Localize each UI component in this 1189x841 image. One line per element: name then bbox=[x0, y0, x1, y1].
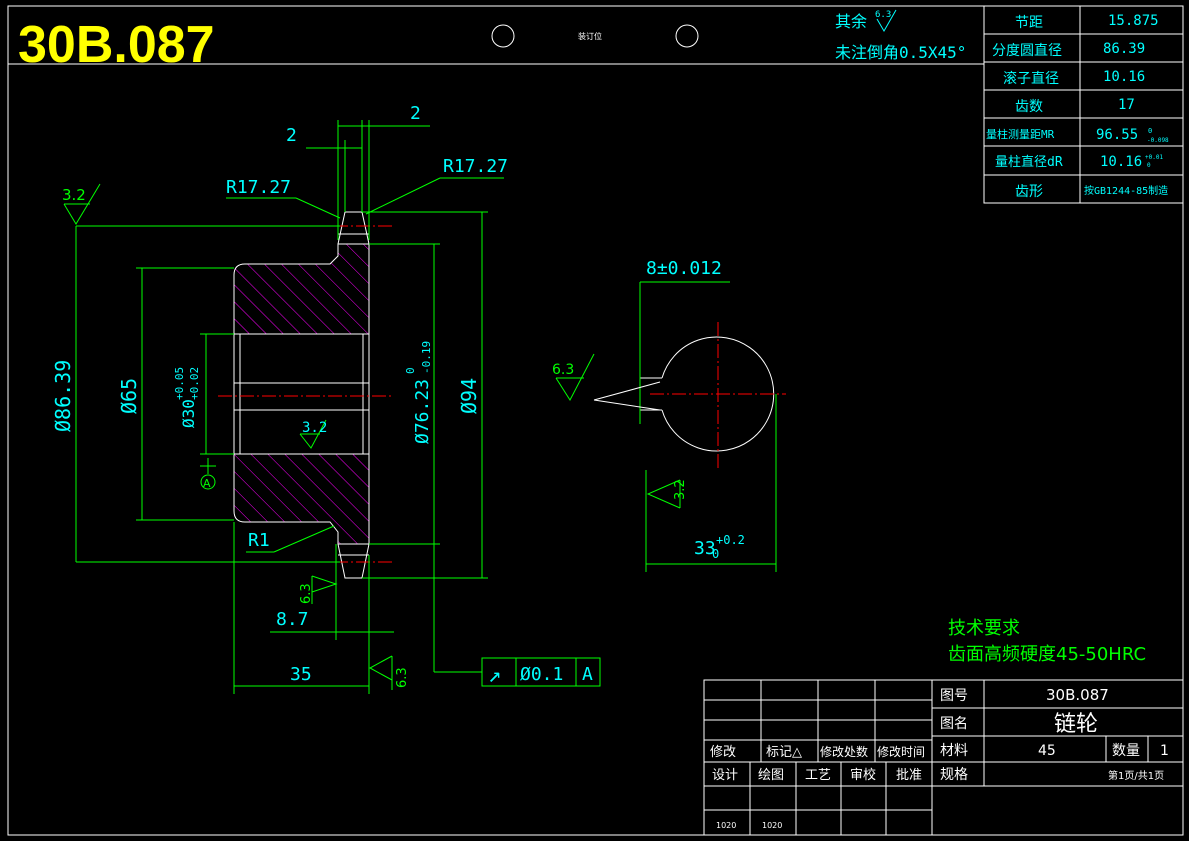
dim-radius-left: R17.27 bbox=[226, 177, 291, 198]
tech-req-title: 技术要求 bbox=[948, 618, 1020, 639]
drawing-number-title: 30B.087 bbox=[18, 16, 215, 74]
dim-tip-width-right: 2 bbox=[410, 103, 421, 124]
rough-face: 6.3 bbox=[395, 667, 410, 688]
param-value-teeth: 17 bbox=[1118, 97, 1135, 113]
dim-dia-root: Ø76.23 bbox=[412, 379, 433, 444]
dim-key-depth-tol-up: +0.2 bbox=[716, 533, 745, 547]
keyway-view bbox=[639, 322, 786, 468]
param-value-pitch: 15.875 bbox=[1108, 13, 1159, 29]
dim-dia-outer: Ø94 bbox=[457, 378, 481, 414]
dim-key-depth-tol-dn: 0 bbox=[712, 547, 719, 561]
sign-label-draw: 绘图 bbox=[758, 768, 784, 783]
revise-label-2: 修改处数 bbox=[820, 744, 868, 759]
runout-datum: A bbox=[582, 664, 593, 685]
title-spec-label: 规格 bbox=[940, 767, 968, 783]
binding-label: 装订位 bbox=[578, 31, 602, 41]
dim-radius-right: R17.27 bbox=[443, 156, 508, 177]
param-label-pitch: 节距 bbox=[1015, 15, 1043, 31]
dim-width-total: 35 bbox=[290, 664, 312, 685]
binding-hole-left bbox=[491, 24, 515, 48]
param-label-pitch-dia: 分度圆直径 bbox=[992, 42, 1062, 59]
param-value-dr: 10.16 bbox=[1100, 154, 1142, 170]
dim-dia-root-tol-dn: -0.19 bbox=[420, 341, 433, 374]
sprocket-section bbox=[233, 211, 370, 579]
rest-roughness-label: 其余 bbox=[835, 12, 867, 31]
dim-dia-hub: Ø65 bbox=[117, 378, 141, 414]
dim-tip-width-left: 2 bbox=[286, 125, 297, 146]
binding-hole-right bbox=[675, 24, 699, 48]
param-dr-tol-up: +0.01 bbox=[1145, 154, 1163, 161]
title-material: 45 bbox=[1038, 743, 1056, 759]
dim-key-width: 8±0.012 bbox=[646, 258, 722, 279]
drawing-canvas: 30B.087 装订位 其余 6.3 未注倒角0.5X45° 节距 15.875… bbox=[7, 5, 1184, 836]
runout-value: Ø0.1 bbox=[520, 664, 563, 685]
title-qty: 1 bbox=[1160, 743, 1169, 759]
title-sheet: 第1页/共1页 bbox=[1108, 769, 1164, 782]
dim-dia-bore: Ø30 bbox=[179, 399, 198, 428]
revise-label-3: 修改时间 bbox=[877, 744, 925, 759]
param-label-teeth: 齿数 bbox=[1015, 99, 1043, 115]
datum-label: A bbox=[203, 477, 211, 490]
dim-dia-pitch: Ø86.39 bbox=[51, 360, 75, 432]
rough-key: 6.3 bbox=[552, 362, 574, 378]
param-value-roller: 10.16 bbox=[1103, 69, 1145, 85]
dim-fillet: R1 bbox=[248, 530, 270, 551]
rough-tooth: 6.3 bbox=[299, 583, 314, 604]
chamfer-note: 未注倒角0.5X45° bbox=[835, 43, 966, 62]
date-design: 1020 bbox=[716, 821, 736, 830]
dim-width-tooth: 8.7 bbox=[276, 609, 309, 630]
param-label-tooth-form: 齿形 bbox=[1015, 184, 1043, 200]
params-table bbox=[983, 5, 1184, 204]
dim-dia-bore-tol-dn: +0.02 bbox=[188, 367, 201, 400]
param-value-pitch-dia: 86.39 bbox=[1103, 41, 1145, 57]
param-label-roller: 滚子直径 bbox=[1003, 70, 1059, 87]
param-dr-tol-dn: 0 bbox=[1147, 162, 1151, 169]
revise-label-1: 标记△ bbox=[766, 745, 802, 760]
dim-dia-bore-tol-up: +0.05 bbox=[173, 367, 186, 400]
param-mr-tol-up: 0 bbox=[1148, 127, 1152, 135]
rough-bore: 3.2 bbox=[302, 420, 327, 436]
param-label-mr: 量柱测量距MR bbox=[986, 127, 1055, 141]
title-drawing-no-label: 图号 bbox=[940, 688, 968, 704]
sign-label-craft: 工艺 bbox=[805, 768, 831, 783]
title-material-label: 材料 bbox=[940, 743, 968, 759]
dim-dia-root-tol-up: 0 bbox=[404, 367, 417, 374]
rough-key-side: 3.2 bbox=[673, 479, 688, 500]
date-draw: 1020 bbox=[762, 821, 782, 830]
revise-label-0: 修改 bbox=[710, 745, 736, 760]
param-value-mr: 96.55 bbox=[1096, 127, 1138, 143]
param-label-dr: 量柱直径dR bbox=[995, 155, 1063, 170]
title-drawing-no: 30B.087 bbox=[1046, 686, 1109, 704]
title-name-label: 图名 bbox=[940, 716, 968, 732]
param-mr-tol-dn: -0.098 bbox=[1147, 137, 1169, 144]
title-name: 链轮 bbox=[1054, 712, 1098, 737]
sign-label-design: 设计 bbox=[712, 768, 738, 783]
rest-roughness-value: 6.3 bbox=[875, 10, 891, 20]
title-qty-label: 数量 bbox=[1112, 743, 1140, 759]
keyway-dimension-lines bbox=[555, 281, 777, 572]
param-value-tooth-form: 按GB1244-85制造 bbox=[1084, 184, 1168, 197]
rough-top-left: 3.2 bbox=[62, 186, 86, 204]
sign-label-approve: 批准 bbox=[896, 768, 922, 783]
keyway-leader bbox=[593, 381, 661, 411]
sign-label-review: 审校 bbox=[850, 767, 876, 783]
tech-req-line1: 齿面高频硬度45-50HRC bbox=[948, 644, 1146, 665]
runout-symbol: ↗ bbox=[488, 663, 501, 688]
